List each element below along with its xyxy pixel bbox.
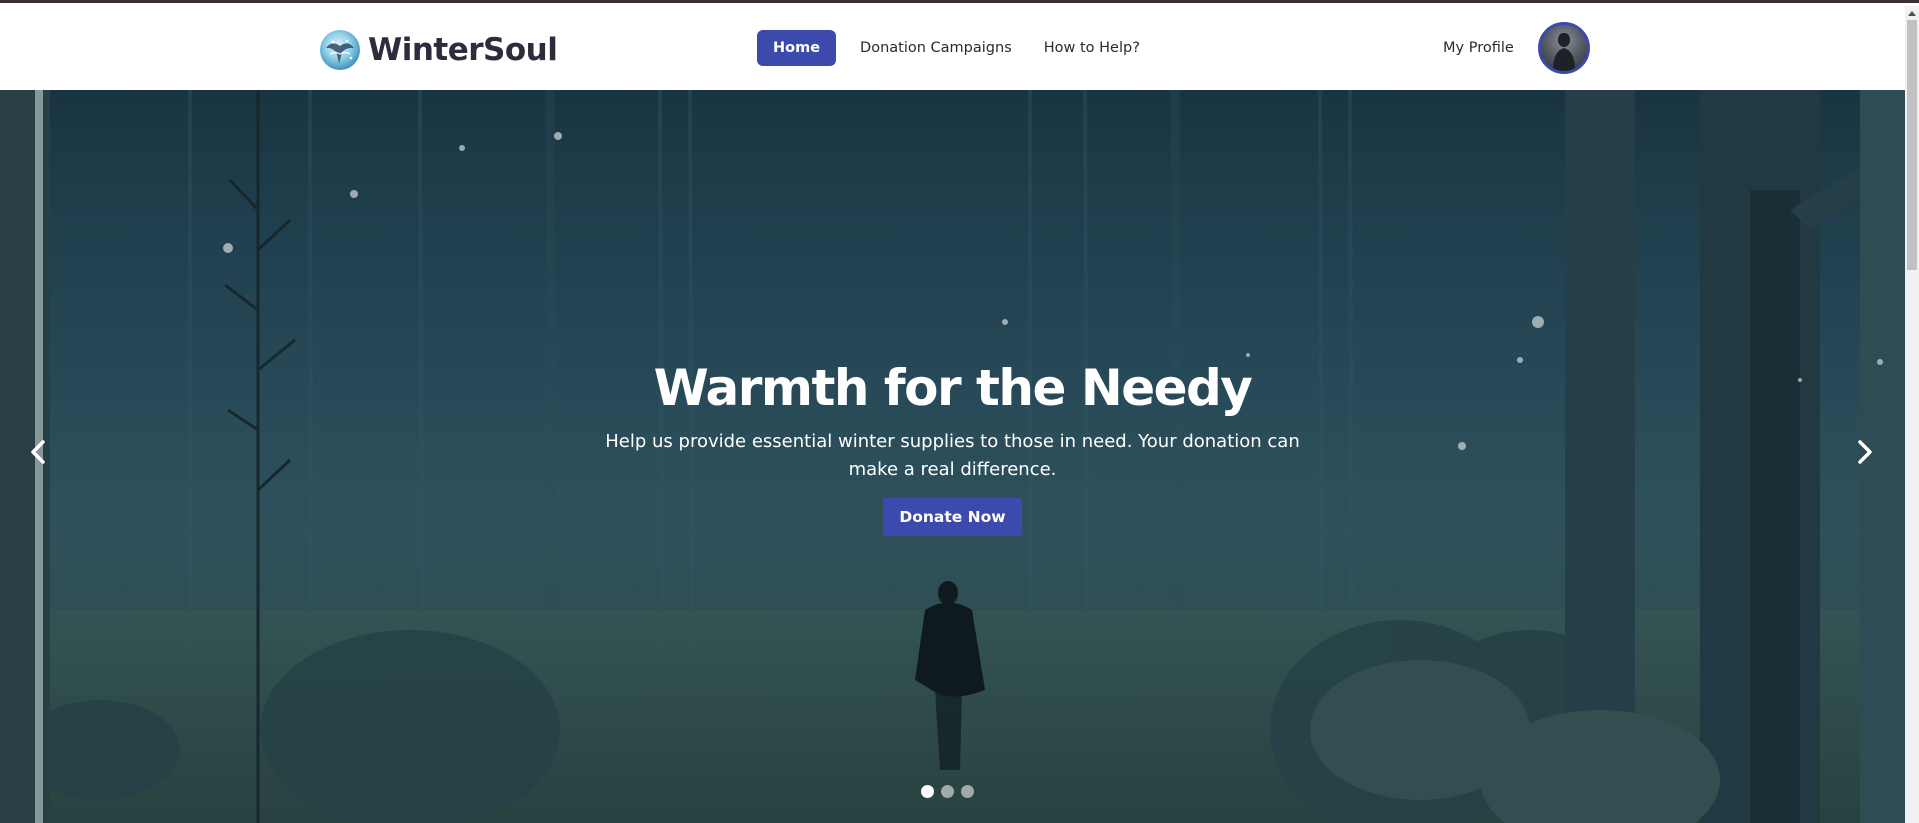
nav-right: My Profile [1443, 22, 1590, 74]
hero-subtitle: Help us provide essential winter supplie… [605, 431, 1300, 480]
nav-item-donation-campaigns[interactable]: Donation Campaigns [844, 30, 1028, 66]
user-silhouette-icon [1552, 33, 1575, 71]
carousel-dot-1[interactable] [921, 785, 934, 798]
chevron-right-icon [1858, 440, 1872, 464]
caret-up-icon [1908, 11, 1916, 16]
scrollbar-thumb[interactable] [1907, 20, 1917, 270]
brand-name: WinterSoul [368, 32, 558, 68]
carousel-prev-button[interactable] [18, 430, 58, 474]
carousel-indicators [921, 785, 974, 798]
nav-item-home[interactable]: Home [757, 30, 837, 66]
carousel-next-button[interactable] [1845, 430, 1885, 474]
carousel-dot-3[interactable] [961, 785, 974, 798]
avatar[interactable] [1537, 22, 1590, 74]
page-scrollbar[interactable] [1905, 6, 1919, 823]
brand-logo-icon [320, 30, 360, 70]
main-nav: Home Donation Campaigns How to Help? [757, 30, 1156, 66]
donate-now-button[interactable]: Donate Now [883, 497, 1022, 536]
chevron-left-icon [31, 440, 45, 464]
scroll-up-button[interactable] [1905, 6, 1919, 20]
hero-carousel: Warmth for the Needy Help us provide ess… [0, 90, 1905, 823]
navbar: WinterSoul Home Donation Campaigns How t… [0, 6, 1905, 90]
nav-item-how-to-help[interactable]: How to Help? [1028, 30, 1156, 66]
my-profile-link[interactable]: My Profile [1443, 40, 1514, 56]
carousel-dot-2[interactable] [941, 785, 954, 798]
page: WinterSoul Home Donation Campaigns How t… [0, 0, 1919, 823]
brand-logo-link[interactable]: WinterSoul [320, 28, 558, 72]
hero-title: Warmth for the Needy [653, 359, 1253, 417]
hero-content: Warmth for the Needy Help us provide ess… [600, 358, 1305, 536]
